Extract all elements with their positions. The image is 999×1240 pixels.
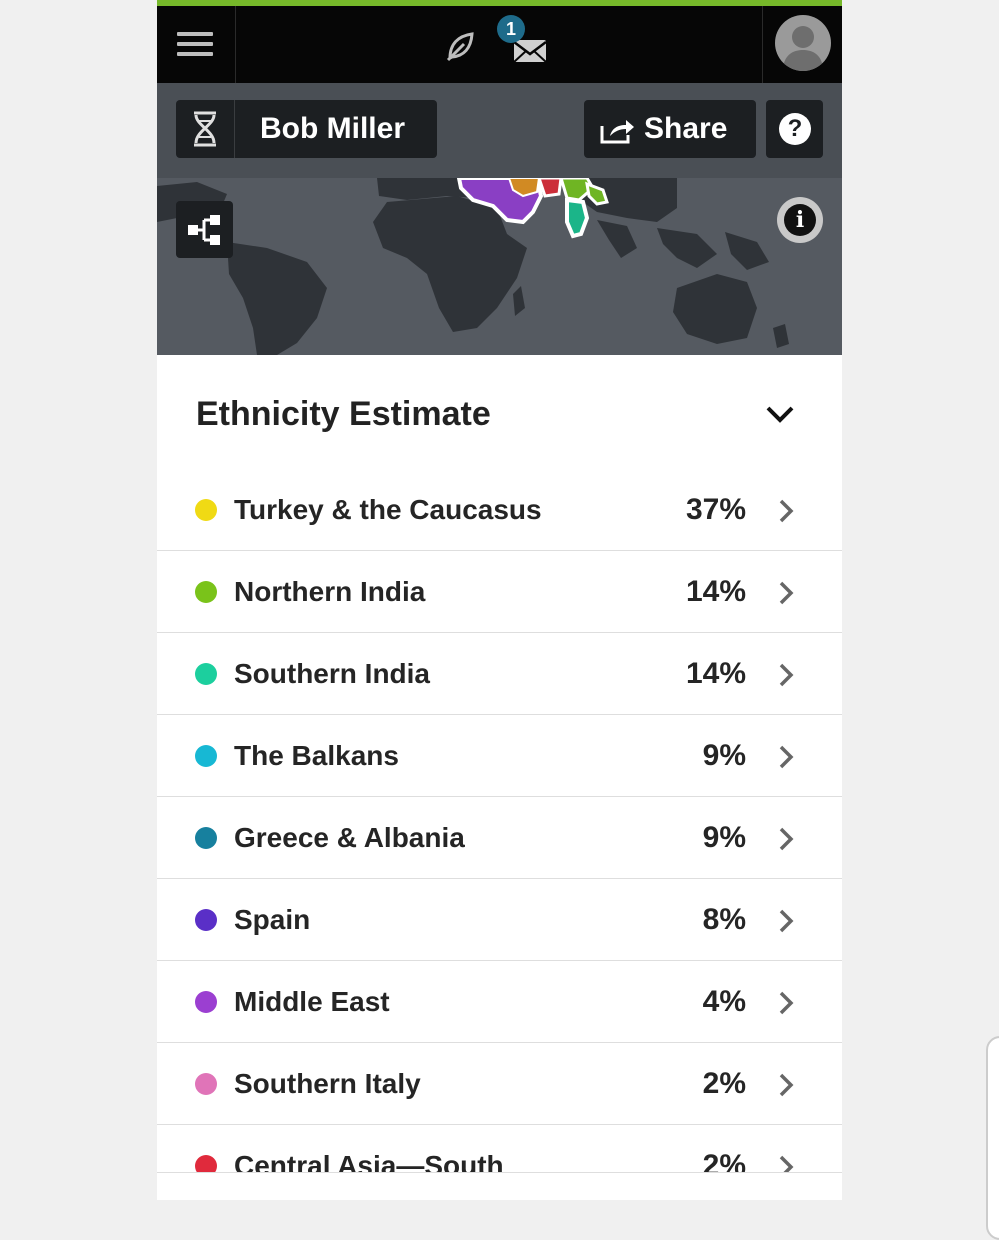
chevron-right-icon: [779, 745, 794, 769]
leaf-icon[interactable]: [442, 28, 478, 64]
ethnicity-row[interactable]: Southern India 14%: [157, 633, 842, 715]
chevron-right-icon: [779, 581, 794, 605]
region-name: Spain: [234, 904, 311, 935]
dna-icon: [176, 100, 235, 158]
region-color-dot: [195, 909, 217, 931]
region-percent: 37%: [685, 493, 746, 526]
chevron-right-icon: [779, 909, 794, 933]
help-icon: ?: [779, 113, 811, 145]
region-color-dot: [195, 745, 217, 767]
region-color-dot: [195, 1073, 217, 1095]
region-name: Northern India: [234, 576, 426, 607]
ethnicity-row[interactable]: Spain 8%: [157, 879, 842, 961]
chevron-right-icon: [779, 991, 794, 1015]
profile-button[interactable]: [762, 6, 842, 83]
dna-profile-button[interactable]: Bob Miller: [176, 100, 437, 158]
help-button[interactable]: ?: [766, 100, 823, 158]
region-percent: 9%: [702, 821, 746, 854]
region-color-dot: [195, 499, 217, 521]
dna-toolbar: Bob Miller Share ?: [157, 83, 842, 178]
region-color-dot: [195, 991, 217, 1013]
region-color-dot: [195, 827, 217, 849]
chevron-right-icon: [779, 499, 794, 523]
world-map-graphic: [157, 178, 789, 355]
region-color-dot: [195, 581, 217, 603]
ethnicity-row[interactable]: Southern Italy 2%: [157, 1043, 842, 1125]
map-info-button[interactable]: i: [777, 197, 823, 243]
region-name: Southern Italy: [234, 1068, 421, 1099]
info-icon: i: [784, 204, 816, 236]
region-name: Greece & Albania: [234, 822, 465, 853]
profile-name: Bob Miller: [260, 112, 406, 145]
region-percent: 2%: [702, 1067, 746, 1100]
share-button[interactable]: Share: [584, 100, 756, 158]
chevron-right-icon: [779, 827, 794, 851]
share-label: Share: [644, 112, 728, 145]
notification-badge: 1: [497, 15, 525, 43]
region-name: Turkey & the Caucasus: [234, 494, 542, 525]
region-percent: 4%: [702, 985, 746, 1018]
region-percent: 14%: [685, 657, 746, 690]
ethnicity-row[interactable]: Turkey & the Caucasus 37%: [157, 469, 842, 551]
chevron-right-icon: [779, 663, 794, 687]
chevron-right-icon: [779, 1073, 794, 1097]
ethnicity-map[interactable]: i: [157, 178, 842, 355]
ethnicity-row[interactable]: Greece & Albania 9%: [157, 797, 842, 879]
family-tree-icon: [188, 215, 220, 245]
ethnicity-list: Turkey & the Caucasus 37% Northern India…: [157, 469, 842, 1200]
avatar[interactable]: [775, 15, 831, 71]
region-name: The Balkans: [234, 740, 399, 771]
ethnicity-row[interactable]: Middle East 4%: [157, 961, 842, 1043]
top-navigation-bar: 1: [157, 6, 842, 83]
family-tree-button[interactable]: [176, 201, 233, 258]
ethnicity-estimate-header[interactable]: Ethnicity Estimate: [157, 355, 842, 470]
region-percent: 8%: [702, 903, 746, 936]
menu-icon[interactable]: [157, 6, 236, 83]
ethnicity-row[interactable]: The Balkans 9%: [157, 715, 842, 797]
chevron-down-icon[interactable]: [765, 405, 795, 425]
bottom-bar: [157, 1172, 842, 1200]
app-screen: 1 Bob Miller Share ? i Ethnicity Estimat…: [157, 0, 842, 1200]
region-percent: 9%: [702, 739, 746, 772]
region-name: Southern India: [234, 658, 430, 689]
region-percent: 14%: [685, 575, 746, 608]
section-title: Ethnicity Estimate: [196, 395, 491, 433]
ethnicity-row[interactable]: Northern India 14%: [157, 551, 842, 633]
edge-panel-handle[interactable]: [986, 1036, 999, 1240]
share-icon: [600, 120, 634, 144]
region-color-dot: [195, 663, 217, 685]
region-name: Middle East: [234, 986, 390, 1017]
